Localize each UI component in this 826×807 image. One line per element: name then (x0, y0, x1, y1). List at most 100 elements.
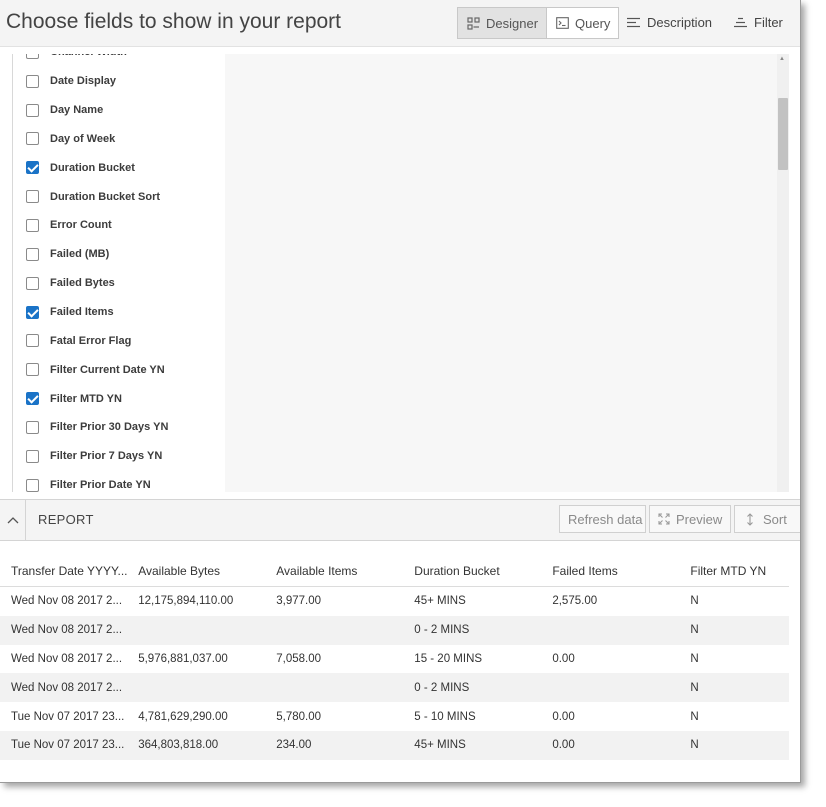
report-label: REPORT (38, 512, 94, 527)
preview-label: Preview (676, 511, 723, 527)
table-header: Transfer Date YYYY... Available Bytes Av… (0, 556, 789, 587)
table-cell: Wed Nov 08 2017 2... (11, 595, 123, 608)
filter-icon (733, 15, 747, 29)
sort-icon (743, 512, 757, 526)
table-row[interactable]: Wed Nov 08 2017 2... 12,175,894,110.00 3,9… (0, 587, 789, 616)
checkbox[interactable] (26, 247, 39, 261)
checkbox[interactable] (26, 276, 39, 290)
table-cell: 7,058.00 (276, 652, 322, 665)
table-cell: Wed Nov 08 2017 2... (11, 681, 123, 694)
field-item[interactable]: Channel Width (13, 54, 225, 67)
field-item[interactable]: Filter Prior 7 Days YN (13, 442, 225, 471)
field-item[interactable]: Filter Prior Date YN (13, 471, 225, 492)
table-cell: 0.00 (552, 652, 575, 665)
table-cell: N (690, 710, 699, 723)
field-item[interactable]: Failed (MB) (13, 240, 225, 269)
field-item[interactable]: Duration Bucket (13, 153, 225, 182)
field-label: Failed Bytes (50, 277, 115, 290)
checkbox[interactable] (26, 334, 39, 348)
field-item[interactable]: Duration Bucket Sort (13, 182, 225, 211)
table-cell: Tue Nov 07 2017 23... (11, 710, 125, 723)
checkbox[interactable] (26, 103, 39, 117)
field-label: Filter MTD YN (50, 392, 122, 405)
checkbox[interactable] (26, 132, 39, 146)
table-cell: 0 - 2 MINS (414, 624, 470, 637)
description-button[interactable]: Description (626, 8, 712, 36)
column-header[interactable]: Transfer Date YYYY... (0, 564, 138, 578)
report-bar: REPORT Refresh data Preview Sort (0, 499, 800, 541)
table-row[interactable]: Wed Nov 08 2017 2... 0 - 2 MINS N (0, 615, 789, 645)
table-cell: 0 - 2 MINS (414, 681, 470, 694)
field-list: Channel Width Date Display Day Name Day of … (12, 54, 226, 492)
checkbox[interactable] (26, 54, 39, 59)
checkbox-checked[interactable] (26, 392, 39, 406)
checkbox[interactable] (26, 363, 39, 377)
query-icon (555, 16, 569, 30)
table-cell: N (690, 624, 699, 637)
table-cell: N (690, 681, 699, 694)
table-cell: 15 - 20 MINS (414, 652, 483, 665)
checkbox-checked[interactable] (26, 305, 39, 319)
field-label: Date Display (50, 75, 117, 88)
column-header[interactable]: Failed Items (552, 564, 690, 578)
table-cell: 45+ MINS (414, 739, 466, 752)
table-row[interactable]: Wed Nov 08 2017 2... 0 - 2 MINS N (0, 673, 789, 703)
checkbox-checked[interactable] (26, 161, 39, 175)
column-header[interactable]: Duration Bucket (414, 564, 552, 578)
table-cell: 12,175,894,110.00 (138, 595, 234, 608)
table-body: Wed Nov 08 2017 2... 12,175,894,110.00 3,9… (0, 587, 789, 760)
field-item[interactable]: Filter Prior 30 Days YN (13, 413, 225, 442)
chevron-up-icon (6, 513, 20, 527)
checkbox[interactable] (26, 449, 39, 463)
query-label: Query (575, 15, 611, 31)
field-label: Channel Width (50, 54, 127, 58)
table-cell: 0.00 (552, 710, 575, 723)
field-item[interactable]: Failed Bytes (13, 269, 225, 298)
designer-canvas[interactable] (225, 54, 777, 492)
refresh-data-button[interactable]: Refresh data (559, 505, 646, 533)
checkbox[interactable] (26, 190, 39, 204)
filter-label: Filter (754, 14, 783, 30)
page-title: Choose fields to show in your report (6, 10, 342, 33)
field-item[interactable]: Fatal Error Flag (13, 326, 225, 355)
table-row[interactable]: Tue Nov 07 2017 23... 4,781,629,290.00 5,7… (0, 702, 789, 731)
sort-label: Sort (763, 511, 787, 527)
field-item[interactable]: Day of Week (13, 125, 225, 154)
designer-icon (466, 16, 480, 30)
column-header[interactable]: Available Items (276, 564, 414, 578)
table-cell: Wed Nov 08 2017 2... (11, 624, 123, 637)
collapse-button[interactable] (0, 500, 26, 540)
field-label: Filter Prior 30 Days YN (50, 421, 169, 434)
refresh-data-label: Refresh data (568, 511, 643, 527)
description-icon (626, 15, 640, 29)
field-item[interactable]: Day Name (13, 96, 225, 125)
field-label: Duration Bucket Sort (50, 190, 161, 203)
preview-button[interactable]: Preview (649, 505, 731, 533)
column-header[interactable]: Available Bytes (138, 564, 276, 578)
checkbox[interactable] (26, 74, 39, 88)
field-item[interactable]: Error Count (13, 211, 225, 240)
field-item[interactable]: Failed Items (13, 298, 225, 327)
table-cell: N (690, 739, 699, 752)
scrollbar-thumb[interactable] (778, 98, 788, 170)
table-row[interactable]: Tue Nov 07 2017 23... 364,803,818.00 234.0… (0, 730, 789, 760)
sort-button[interactable]: Sort (734, 505, 800, 533)
designer-button[interactable]: Designer (458, 8, 547, 38)
description-label: Description (647, 14, 713, 30)
field-item[interactable]: Filter MTD YN (13, 384, 225, 413)
column-header[interactable]: Filter MTD YN (690, 564, 789, 578)
field-item[interactable]: Date Display (13, 67, 225, 96)
checkbox[interactable] (26, 420, 39, 434)
field-label: Duration Bucket (50, 161, 135, 174)
scroll-up-icon[interactable]: ▲ (779, 56, 785, 62)
vertical-scrollbar[interactable]: ▲ (777, 54, 789, 492)
field-label: Filter Current Date YN (50, 363, 165, 376)
checkbox[interactable] (26, 218, 39, 232)
field-item[interactable]: Filter Current Date YN (13, 355, 225, 384)
filter-button[interactable]: Filter (733, 8, 783, 36)
checkbox[interactable] (26, 478, 39, 492)
table-cell: 364,803,818.00 (138, 739, 219, 752)
table-cell: 5,780.00 (276, 710, 322, 723)
table-row[interactable]: Wed Nov 08 2017 2... 5,976,881,037.00 7,05… (0, 645, 789, 674)
query-button[interactable]: Query (546, 8, 618, 38)
